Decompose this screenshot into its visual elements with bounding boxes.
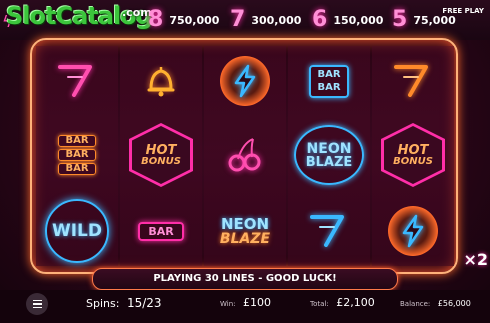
status-message: PLAYING 30 LINES - GOOD LUCK! xyxy=(92,268,398,290)
neon-label: NEON xyxy=(306,140,352,157)
bar-label: BAR xyxy=(317,81,341,93)
paytable-symbol: 7 xyxy=(230,7,246,32)
reel-3: NEON BLAZE xyxy=(204,46,286,266)
win-display: Win: £100 xyxy=(220,296,271,309)
hot-label: HOT xyxy=(397,142,429,158)
paytable-symbol: 5 xyxy=(392,7,408,32)
bar-label: BAR xyxy=(58,135,96,147)
cherry-icon xyxy=(204,120,286,190)
bonus-label: BONUS xyxy=(141,155,181,167)
paytable-entry: 7 300,000 xyxy=(230,7,302,32)
reel-1: BAR BAR BAR WILD xyxy=(36,46,118,266)
seven-icon xyxy=(288,196,370,266)
hamburger-line xyxy=(32,306,42,309)
hot-label: HOT xyxy=(145,142,177,158)
balance-value: £56,000 xyxy=(437,299,471,308)
bar-label: BAR xyxy=(317,68,341,80)
blaze-label: BLAZE xyxy=(219,230,271,247)
total-label: Total: xyxy=(310,300,329,308)
seven-icon xyxy=(36,46,118,116)
hamburger-line xyxy=(32,299,42,302)
bar-double-symbol: BAR BAR xyxy=(288,46,370,116)
wild-label: WILD xyxy=(51,220,103,241)
multiplier-indicator: ×2 xyxy=(463,250,488,269)
neon-blaze-symbol: NEON BLAZE xyxy=(204,196,286,266)
hamburger-line xyxy=(32,303,42,305)
spins-value: 15/23 xyxy=(126,296,162,310)
neon-blaze-symbol: NEON BLAZE xyxy=(288,120,370,190)
hot-bonus-symbol: HOT BONUS xyxy=(120,120,202,190)
reel-frame: BAR BAR BAR WILD HOT BONUS BAR NEON BLAZ… xyxy=(30,38,458,274)
bar-label: BAR xyxy=(58,149,96,161)
total-value: £2,100 xyxy=(336,296,375,309)
paytable-value: 75,000 xyxy=(413,13,456,27)
paytable-value: 750,000 xyxy=(169,13,220,27)
lightning-icon xyxy=(204,46,286,116)
seven-icon xyxy=(372,46,454,116)
paytable-entry: 8 750,000 xyxy=(148,7,220,32)
spins-label: Spins: xyxy=(86,297,120,310)
win-label: Win: xyxy=(220,300,236,308)
wild-symbol: WILD xyxy=(36,196,118,266)
reel-5: HOT BONUS xyxy=(372,46,454,266)
paytable-symbol: 8 xyxy=(148,7,164,32)
spins-counter: Spins: 15/23 xyxy=(86,296,162,310)
paytable-value: 300,000 xyxy=(251,13,302,27)
menu-button[interactable] xyxy=(26,293,48,315)
total-display: Total: £2,100 xyxy=(310,296,375,309)
paytable-entry: 6 150,000 xyxy=(312,7,384,32)
bar-triple-symbol: BAR BAR BAR xyxy=(36,120,118,190)
balance-display: Balance: £56,000 xyxy=(400,296,471,309)
bell-icon xyxy=(120,46,202,116)
bar-single-symbol: BAR xyxy=(120,196,202,266)
paytable-symbol: 6 xyxy=(312,7,328,32)
blaze-label: BLAZE xyxy=(305,154,353,170)
neon-label: NEON xyxy=(220,214,270,233)
hot-bonus-symbol: HOT BONUS xyxy=(372,120,454,190)
reel-4: BAR BAR NEON BLAZE xyxy=(288,46,370,266)
bar-label: BAR xyxy=(58,163,96,175)
lightning-icon xyxy=(372,196,454,266)
free-play-label: FREE PLAY xyxy=(442,7,484,15)
bonus-label: BONUS xyxy=(393,155,433,167)
paytable-value: 150,000 xyxy=(333,13,384,27)
balance-label: Balance: xyxy=(400,300,431,308)
win-value: £100 xyxy=(243,296,272,309)
reel-2: HOT BONUS BAR xyxy=(120,46,202,266)
bar-label: BAR xyxy=(138,221,184,241)
